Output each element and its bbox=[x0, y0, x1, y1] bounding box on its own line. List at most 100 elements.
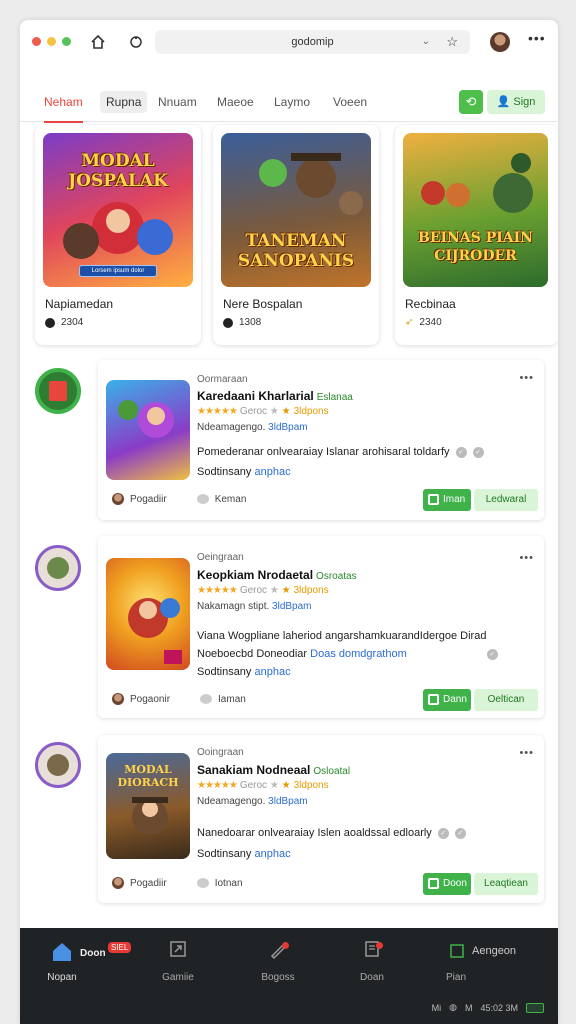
home-icon[interactable] bbox=[88, 32, 108, 52]
app-score: 3ldpons bbox=[293, 780, 329, 791]
open-box-icon bbox=[428, 694, 439, 705]
open-button[interactable]: Iman bbox=[423, 489, 471, 511]
profile-avatar[interactable] bbox=[490, 32, 510, 52]
open-button[interactable]: Dann bbox=[423, 689, 471, 711]
meta-link[interactable]: 3ldBpam bbox=[268, 422, 307, 433]
tab-neham[interactable]: Neham bbox=[44, 91, 83, 123]
address-bar[interactable]: godomip ⌄ ☆ bbox=[155, 30, 470, 54]
desc2-link[interactable]: Doas domdgrathom bbox=[310, 648, 407, 660]
app-title-text: Keopkiam Nrodaetal bbox=[197, 568, 314, 582]
featured-card[interactable]: BEINAS PIAIN CIJRODER Recbinaa ➶ 2340 bbox=[395, 125, 558, 345]
close-window-button[interactable] bbox=[32, 37, 41, 46]
app-title[interactable]: Karedaani Kharlarial Eslanaa bbox=[197, 389, 353, 403]
app-category: Oormaraan bbox=[197, 374, 248, 385]
app-thumbnail[interactable]: MODAL DIORACH bbox=[106, 753, 190, 859]
author-name[interactable]: Pogadiir bbox=[130, 494, 167, 505]
secondary-button[interactable]: Leaqtiean bbox=[474, 873, 538, 895]
secondary-button[interactable]: Oeltican bbox=[474, 689, 538, 711]
meta-prefix: Ndeamagengo bbox=[197, 422, 263, 433]
comment-icon bbox=[200, 694, 213, 704]
tab-nnuam[interactable]: Nnuam bbox=[158, 91, 197, 113]
app-description: Nanedoarar onlvearaiay Islen aoaldssal e… bbox=[197, 827, 466, 839]
app-thumbnail[interactable] bbox=[106, 558, 190, 670]
publisher-link[interactable]: anphac bbox=[255, 466, 291, 478]
more-options-icon[interactable]: ••• bbox=[519, 747, 534, 759]
author-name[interactable]: Pogaonir bbox=[130, 694, 170, 705]
notification-dot bbox=[376, 942, 383, 949]
bottom-nav-item-bogoss[interactable]: Bogoss bbox=[238, 940, 318, 983]
app-description: Viana Wogpliane laheriod angarshamkuaran… bbox=[197, 630, 486, 642]
tab-rupna[interactable]: Rupna bbox=[100, 91, 148, 113]
chevron-down-icon[interactable]: ⌄ bbox=[422, 30, 430, 54]
battery-icon bbox=[526, 1002, 544, 1013]
author-name[interactable]: Pogadiir bbox=[130, 878, 167, 889]
app-rating: ★★★★★ Geroc ★ ★ 3ldpons bbox=[197, 406, 329, 417]
app-score: 3ldpons bbox=[293, 406, 329, 417]
meta-link[interactable]: 3ldBpam bbox=[268, 796, 307, 807]
comment-label[interactable]: Iotnan bbox=[215, 878, 243, 889]
rating-sub: Geroc bbox=[239, 406, 268, 417]
reload-icon[interactable] bbox=[126, 32, 146, 52]
check-icon: ✓ bbox=[437, 827, 449, 839]
more-options-icon[interactable]: ••• bbox=[519, 552, 534, 564]
home-icon bbox=[53, 943, 71, 961]
sign-in-button[interactable]: 👤 Sign bbox=[487, 90, 545, 114]
maximize-window-button[interactable] bbox=[62, 37, 71, 46]
featured-card[interactable]: TANEMAN SANOPANIS Nere Bospalan 1308 bbox=[213, 125, 379, 345]
open-button[interactable]: Doon bbox=[423, 873, 471, 895]
app-list-item[interactable]: MODAL DIORACH Ooingraan ••• Sanakiam Nodn… bbox=[98, 735, 544, 903]
featured-art-title: BEINAS PIAIN CIJRODER bbox=[418, 230, 533, 264]
desc-text: Viana Wogpliane laheriod angarshamkuaran… bbox=[197, 630, 487, 642]
more-options-icon[interactable]: ••• bbox=[528, 30, 546, 46]
window-controls bbox=[32, 37, 71, 46]
bottom-nav-item-games[interactable]: Gamiie bbox=[138, 940, 218, 983]
grid-icon bbox=[450, 944, 464, 958]
bottom-nav-item-doan[interactable]: Doan bbox=[332, 940, 412, 983]
publisher-prefix: Sodtinsany bbox=[197, 666, 252, 678]
more-options-icon[interactable]: ••• bbox=[519, 372, 534, 384]
open-label: Dann bbox=[443, 694, 467, 705]
featured-card[interactable]: MODAL JOSPALAK Lorsem ipsum dolor Napiam… bbox=[35, 125, 201, 345]
star-icon: ★ bbox=[269, 780, 279, 791]
check-icon: ✓ bbox=[455, 446, 467, 458]
comment-label[interactable]: Keman bbox=[215, 494, 247, 505]
app-category: Ooingraan bbox=[197, 747, 244, 758]
meta-link[interactable]: 3ldBpam bbox=[272, 601, 311, 612]
tab-maeoe[interactable]: Maeoe bbox=[217, 91, 254, 113]
featured-meta: ➶ 2340 bbox=[405, 317, 442, 328]
star-icon: ★ bbox=[281, 406, 291, 417]
bottom-nav-item-home[interactable]: Doon SIEL Nopan bbox=[22, 940, 132, 983]
pian-top-label: Aengeon bbox=[472, 945, 517, 957]
app-meta: Nakamagn stipt. 3ldBpam bbox=[197, 601, 312, 612]
featured-art-button[interactable]: Lorsem ipsum dolor bbox=[79, 265, 157, 277]
app-ring-icon[interactable] bbox=[35, 742, 81, 788]
app-footer: Pogadiir Iotnan bbox=[112, 877, 243, 889]
app-ring-icon[interactable] bbox=[35, 368, 81, 414]
check-icon: ✓ bbox=[472, 446, 484, 458]
app-list-item[interactable]: Oormaraan ••• Karedaani Kharlarial Eslana… bbox=[98, 360, 544, 520]
star-icon: ★ bbox=[269, 406, 279, 417]
tab-voeen[interactable]: Voeen bbox=[333, 91, 367, 113]
publisher-link[interactable]: anphac bbox=[255, 666, 291, 678]
publisher-link[interactable]: anphac bbox=[255, 848, 291, 860]
secondary-button[interactable]: Ledwaral bbox=[474, 489, 538, 511]
featured-name: Recbinaa bbox=[405, 297, 456, 311]
app-list-item[interactable]: Oeingraan ••• Keopkiam Nrodaetal Osroatas… bbox=[98, 536, 544, 718]
app-title[interactable]: Sanakiam Nodneaal Osloatal bbox=[197, 763, 350, 777]
app-title-text: Sanakiam Nodneaal bbox=[197, 763, 311, 777]
minimize-window-button[interactable] bbox=[47, 37, 56, 46]
tab-laymo[interactable]: Laymo bbox=[274, 91, 310, 113]
featured-meta: 1308 bbox=[223, 317, 261, 328]
app-title[interactable]: Keopkiam Nrodaetal Osroatas bbox=[197, 568, 357, 582]
status-time: 45:02 3M bbox=[480, 1002, 518, 1013]
app-thumbnail[interactable] bbox=[106, 380, 190, 480]
sync-icon[interactable]: ⟲ bbox=[459, 90, 483, 114]
check-icon: ✓ bbox=[486, 648, 498, 660]
address-text: godomip bbox=[291, 36, 334, 48]
app-ring-icon[interactable] bbox=[35, 545, 81, 591]
bookmark-star-icon[interactable]: ☆ bbox=[446, 30, 458, 54]
comment-label[interactable]: Iaman bbox=[218, 694, 246, 705]
home-top-label: Doon bbox=[80, 948, 106, 959]
app-publisher: Sodtinsany anphac bbox=[197, 666, 291, 678]
bottom-nav-item-pian[interactable]: Aengeon Pian bbox=[430, 940, 550, 983]
